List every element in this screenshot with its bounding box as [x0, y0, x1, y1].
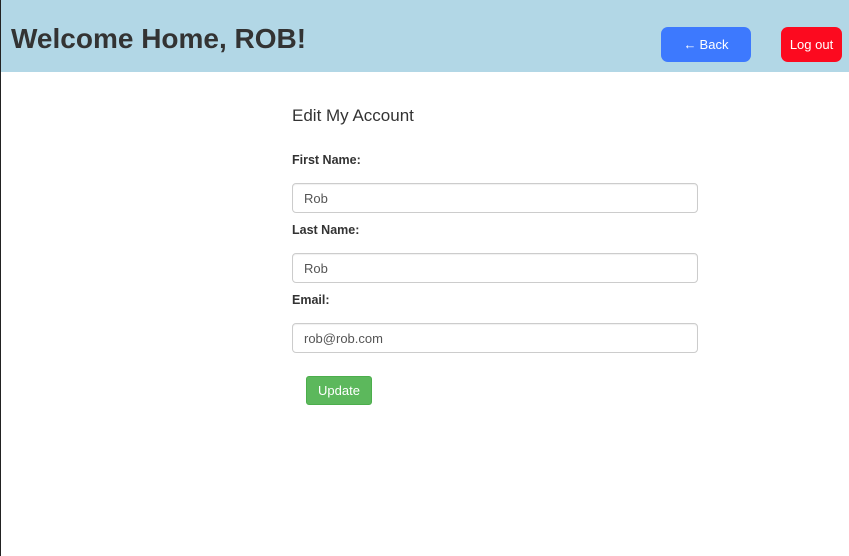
- first-name-input[interactable]: [292, 183, 698, 213]
- last-name-input[interactable]: [292, 253, 698, 283]
- update-button[interactable]: Update: [306, 376, 372, 405]
- email-input[interactable]: [292, 323, 698, 353]
- last-name-label: Last Name:: [292, 223, 360, 237]
- email-label: Email:: [292, 293, 330, 307]
- first-name-label: First Name:: [292, 153, 361, 167]
- welcome-heading: Welcome Home, ROB!: [11, 23, 307, 54]
- logout-button[interactable]: Log out: [781, 27, 842, 62]
- left-arrow-icon: ←: [683, 37, 697, 52]
- back-button-label: Back: [699, 37, 729, 52]
- header-bar: Welcome Home, ROB! ← Back Log out: [1, 0, 849, 72]
- back-button[interactable]: ← Back: [661, 27, 751, 62]
- app-window: Welcome Home, ROB! ← Back Log out Edit M…: [0, 0, 849, 556]
- form-title: Edit My Account: [292, 106, 414, 125]
